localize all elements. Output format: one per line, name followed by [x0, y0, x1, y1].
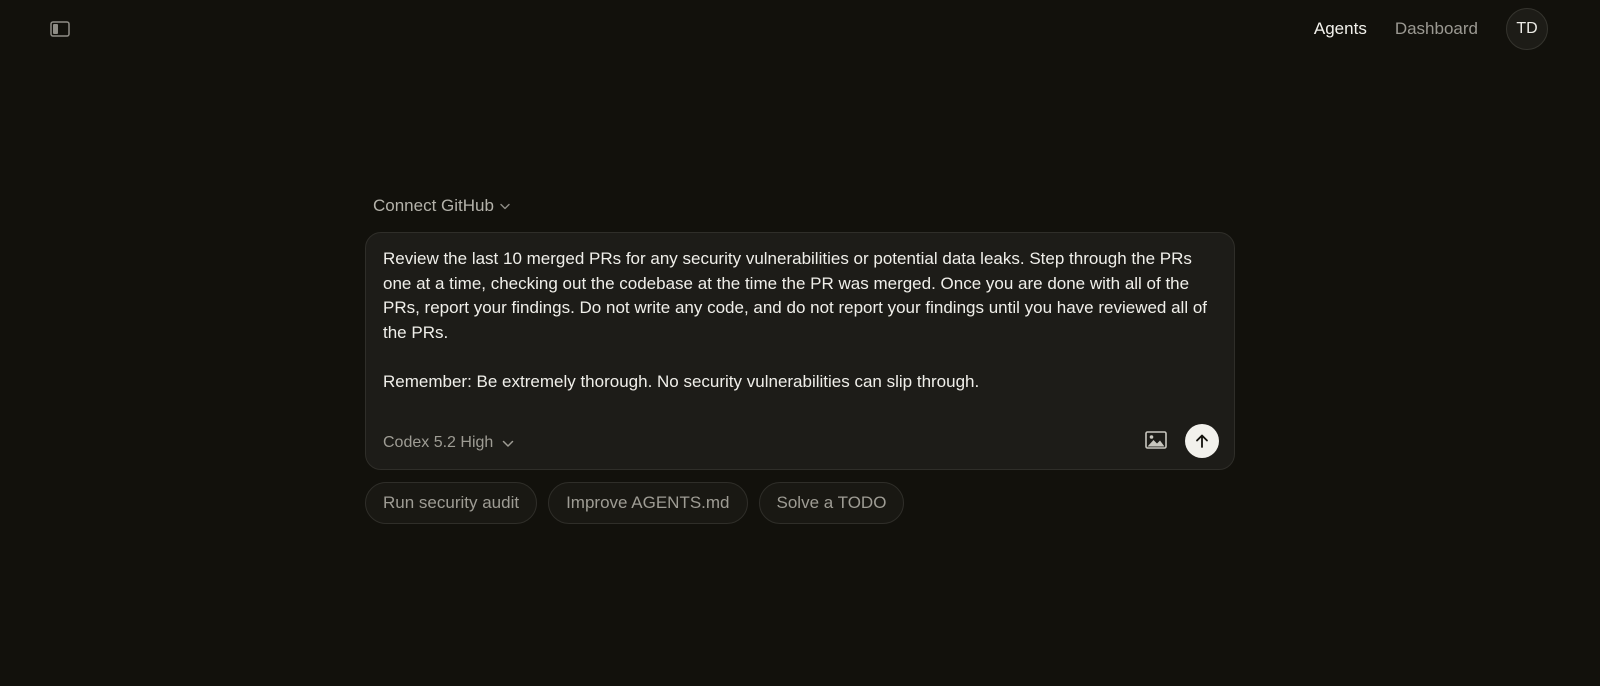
arrow-up-icon — [1196, 434, 1208, 448]
suggestion-improve-agents-md[interactable]: Improve AGENTS.md — [548, 482, 748, 524]
model-selector-label: Codex 5.2 High — [383, 434, 494, 451]
nav-agents-link[interactable]: Agents — [1314, 19, 1367, 39]
sidebar-toggle-icon — [50, 21, 70, 37]
suggestion-chips: Run security audit Improve AGENTS.md Sol… — [365, 482, 915, 524]
repo-selector-label: Connect GitHub — [373, 196, 494, 215]
attach-image-button[interactable] — [1142, 426, 1170, 454]
avatar-initials: TD — [1516, 20, 1538, 37]
top-nav: Agents Dashboard TD — [1314, 7, 1548, 51]
app-page: Agents Dashboard TD Connect GitHub Revie… — [0, 0, 1600, 686]
image-icon — [1145, 431, 1167, 449]
sidebar-toggle-button[interactable] — [48, 18, 72, 40]
chevron-down-icon — [500, 203, 510, 210]
nav-dashboard-link[interactable]: Dashboard — [1395, 19, 1478, 39]
prompt-composer: Review the last 10 merged PRs for any se… — [365, 232, 1235, 470]
avatar[interactable]: TD — [1506, 8, 1548, 50]
connect-github-selector[interactable]: Connect GitHub — [373, 194, 510, 218]
prompt-input[interactable]: Review the last 10 merged PRs for any se… — [383, 247, 1213, 394]
suggestion-solve-a-todo[interactable]: Solve a TODO — [758, 482, 905, 524]
chevron-down-icon — [503, 440, 514, 447]
suggestion-run-security-audit[interactable]: Run security audit — [365, 482, 538, 524]
send-button[interactable] — [1185, 424, 1219, 458]
model-selector[interactable]: Codex 5.2 High — [383, 431, 514, 455]
